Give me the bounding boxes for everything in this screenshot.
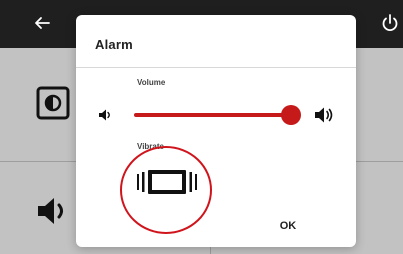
dialog-title: Alarm [95, 37, 133, 52]
volume-slider[interactable] [134, 104, 302, 126]
ok-button[interactable]: OK [258, 212, 318, 240]
display-brightness-icon[interactable] [36, 86, 70, 120]
volume-slider-track[interactable] [134, 113, 294, 117]
volume-down-speaker-icon [99, 109, 110, 121]
volume-label: Volume [137, 78, 166, 87]
speaker-icon[interactable] [34, 193, 70, 229]
vibrate-highlight-circle [120, 146, 212, 234]
volume-up-speaker-icon [315, 107, 333, 123]
back-arrow-icon[interactable] [32, 13, 52, 33]
power-icon[interactable] [380, 13, 400, 33]
dialog-divider [76, 67, 356, 68]
volume-slider-thumb[interactable] [280, 105, 301, 125]
